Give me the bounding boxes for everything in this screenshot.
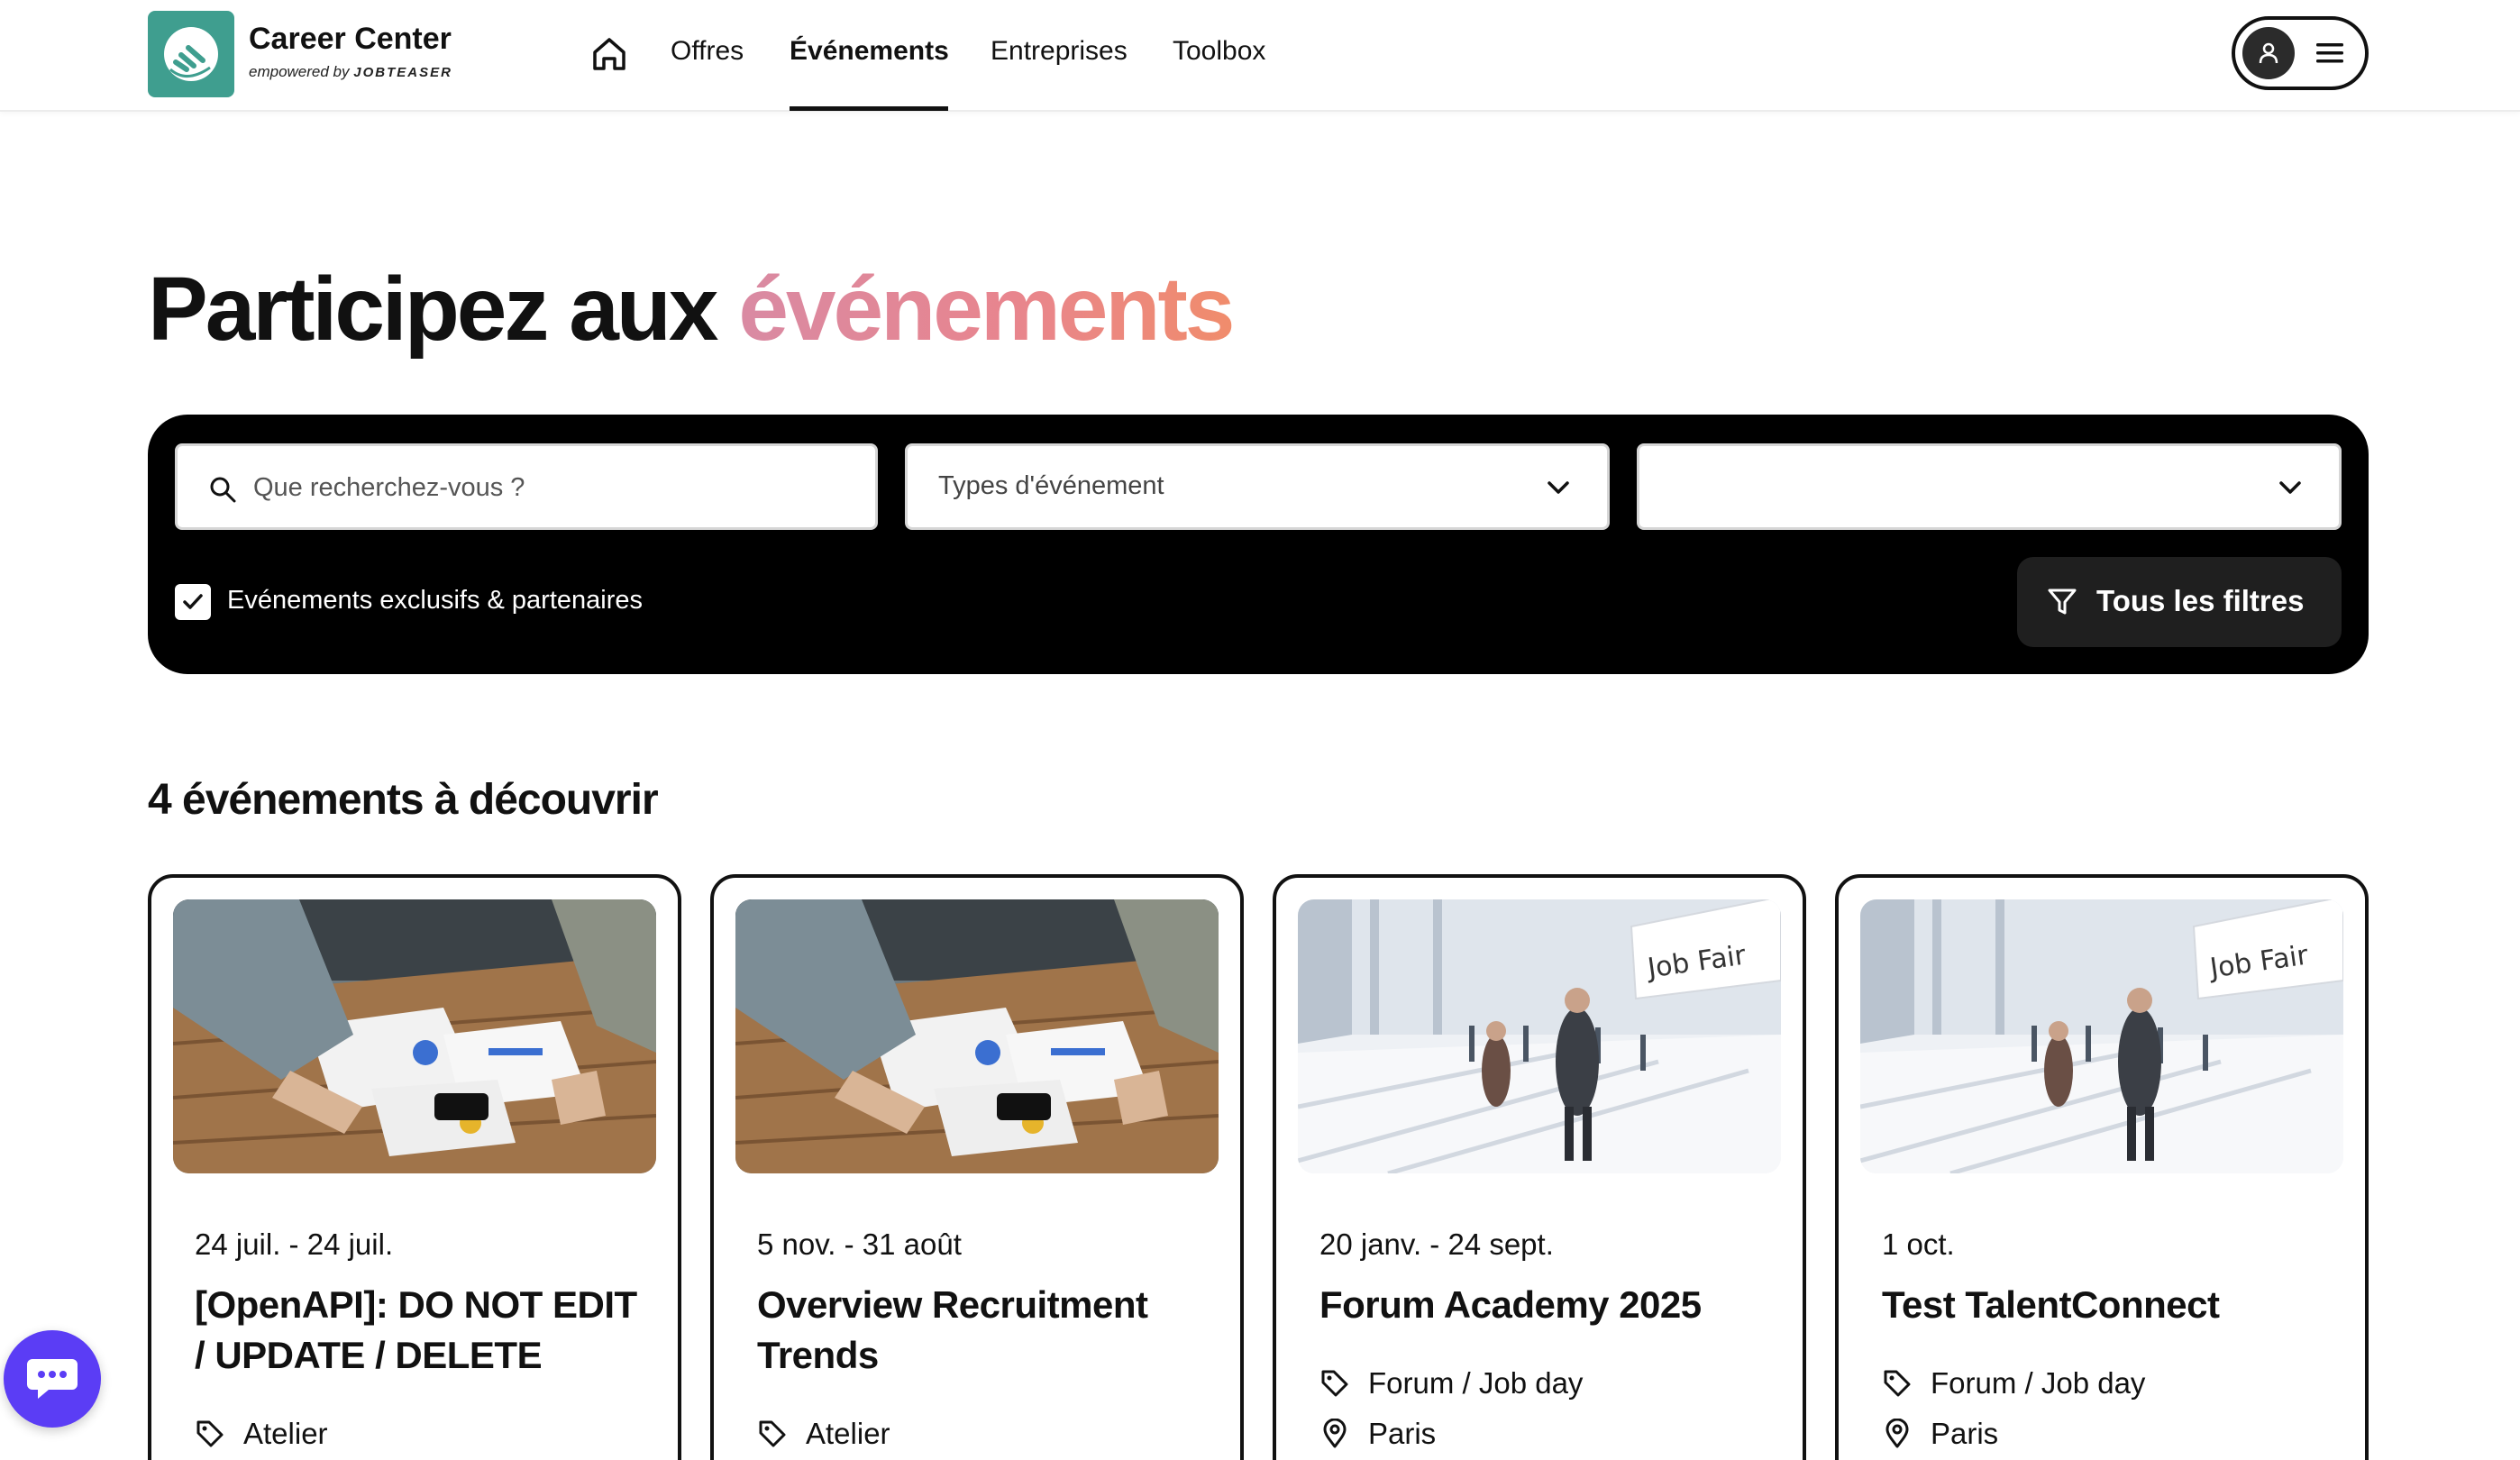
event-card[interactable]: Job Fair 1 oct. Test TalentConnect Forum… (1835, 874, 2369, 1460)
all-filters-label: Tous les filtres (2096, 584, 2305, 617)
event-title[interactable]: Overview Recruitment Trends (757, 1280, 1217, 1381)
page-title-plain: Participez aux (148, 259, 719, 360)
search-field[interactable] (175, 443, 878, 530)
event-card[interactable]: 5 nov. - 31 août Overview Recruitment Tr… (710, 874, 1244, 1460)
event-image-office (735, 899, 1219, 1173)
nav-offres[interactable]: Offres (671, 36, 744, 67)
event-type-select-label: Types d'événement (938, 471, 1164, 500)
location-pin-icon (1885, 1419, 1909, 1448)
event-image-job-fair: Job Fair (1860, 899, 2343, 1173)
chat-widget-button[interactable] (4, 1330, 101, 1428)
checkmark-icon (183, 594, 203, 609)
filter-funnel-icon (2048, 589, 2077, 615)
brand-title[interactable]: Career Center (249, 22, 452, 57)
user-avatar-icon (2242, 27, 2295, 79)
event-image-job-fair: Job Fair (1298, 899, 1781, 1173)
chat-bubble-icon (27, 1359, 78, 1399)
event-type-select[interactable]: Types d'événement (905, 443, 1610, 530)
event-card[interactable]: 24 juil. - 24 juil. [OpenAPI]: DO NOT ED… (148, 874, 681, 1460)
tag-icon (196, 1420, 224, 1447)
hamburger-menu-icon (2316, 43, 2343, 63)
event-location-label: Paris (1368, 1417, 1437, 1450)
location-select[interactable] (1637, 443, 2342, 530)
tag-icon (759, 1420, 786, 1447)
event-type-label: Atelier (806, 1417, 890, 1450)
search-panel: Types d'événement Evénements exclusifs &… (148, 415, 2369, 674)
event-date: 5 nov. - 31 août (757, 1227, 962, 1261)
results-count-heading: 4 événements à découvrir (148, 776, 659, 824)
event-card[interactable]: Job Fair 20 janv. - 24 sept. Forum Acade… (1273, 874, 1806, 1460)
event-location-label: Paris (1931, 1417, 1999, 1450)
event-type: Atelier (195, 1417, 328, 1451)
event-type: Forum / Job day (1319, 1366, 1583, 1401)
nav-toolbox[interactable]: Toolbox (1173, 36, 1265, 67)
user-menu-button[interactable] (2232, 16, 2369, 90)
exclusive-events-label[interactable]: Evénements exclusifs & partenaires (227, 586, 643, 616)
nav-evenements[interactable]: Événements (790, 36, 949, 67)
event-location: Paris (1319, 1417, 1436, 1451)
tag-icon (1321, 1370, 1348, 1397)
event-location: Paris (1882, 1417, 1998, 1451)
chevron-down-icon (1548, 481, 1569, 494)
all-filters-button[interactable]: Tous les filtres (2017, 557, 2342, 647)
exclusive-events-checkbox[interactable] (175, 584, 211, 620)
event-type-label: Forum / Job day (1931, 1366, 2146, 1400)
event-title[interactable]: Test TalentConnect (1882, 1280, 2342, 1330)
event-date: 24 juil. - 24 juil. (195, 1227, 394, 1261)
event-type-label: Forum / Job day (1368, 1366, 1584, 1400)
event-type-label: Atelier (243, 1417, 328, 1450)
page-title: Participez aux événements (148, 258, 1235, 361)
event-title[interactable]: [OpenAPI]: DO NOT EDIT / UPDATE / DELETE (195, 1280, 654, 1381)
home-icon[interactable] (591, 34, 627, 74)
nav-entreprises[interactable]: Entreprises (991, 36, 1128, 67)
event-date: 20 janv. - 24 sept. (1319, 1227, 1554, 1261)
chevron-down-icon (2279, 481, 2301, 494)
event-image-office (173, 899, 656, 1173)
location-pin-icon (1323, 1419, 1347, 1448)
event-title[interactable]: Forum Academy 2025 (1319, 1280, 1779, 1330)
career-center-logo-icon[interactable] (148, 11, 234, 97)
brand-subtitle: empowered by JOBTEASER (249, 63, 452, 81)
event-type: Atelier (757, 1417, 890, 1451)
tag-icon (1884, 1370, 1911, 1397)
top-header: Career Center empowered by JOBTEASER Off… (0, 0, 2520, 112)
event-type: Forum / Job day (1882, 1366, 2145, 1401)
nav-active-indicator (790, 106, 948, 111)
brand-sub-prefix: empowered by (249, 63, 350, 80)
search-input[interactable] (253, 464, 848, 511)
brand-sub-name: JOBTEASER (353, 65, 452, 80)
search-icon (210, 477, 236, 503)
event-date: 1 oct. (1882, 1227, 1955, 1261)
page-title-accent: événements (738, 259, 1235, 360)
